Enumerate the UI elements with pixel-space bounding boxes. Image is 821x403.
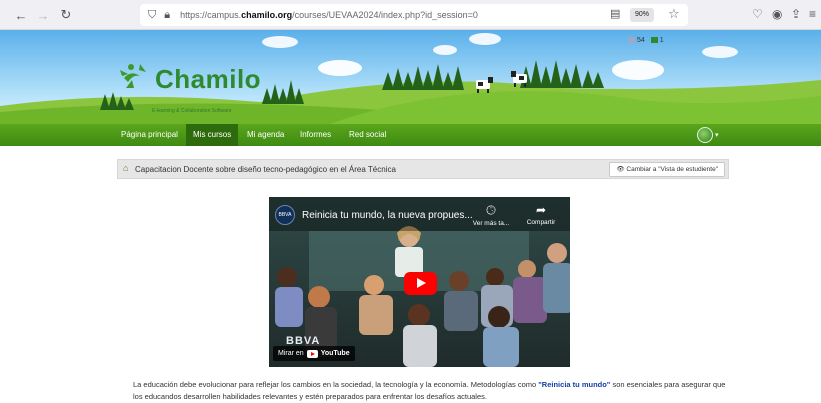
back-arrow-icon[interactable]: ←: [10, 8, 32, 23]
url-text: https://campus.chamilo.org/courses/UEVAA…: [180, 10, 478, 20]
video-title[interactable]: Reinicia tu mundo, la nueva propues...: [302, 210, 473, 221]
reader-view-icon[interactable]: ▤: [610, 7, 620, 20]
reload-icon[interactable]: ↻: [55, 7, 77, 23]
student-view-button[interactable]: 👁︎ Cambiar a "Vista de estudiente": [609, 162, 725, 177]
zoom-level[interactable]: 90%: [630, 8, 655, 22]
menu-item-social[interactable]: Red social: [342, 124, 393, 146]
users-counter[interactable]: 54: [628, 37, 645, 44]
menu-item-reports[interactable]: Informes: [293, 124, 338, 146]
clock-icon: 🕓︎: [486, 203, 496, 217]
logo-tagline: E-learning & Collaboration Software: [152, 108, 232, 114]
eye-icon: 👁︎: [616, 166, 627, 173]
youtube-video-embed[interactable]: BBVA Reinicia tu mundo, la nueva propues…: [269, 197, 570, 367]
menu-icon[interactable]: ≡: [809, 7, 816, 21]
avatar[interactable]: [697, 127, 713, 143]
highlight-text: "Reinicia tu mundo": [538, 380, 611, 389]
menu-item-my-courses[interactable]: Mis cursos: [186, 124, 239, 146]
channel-avatar[interactable]: BBVA: [275, 205, 295, 225]
browser-toolbar: ← → ↻ ⛉ 🔒︎ https://campus.chamilo.org/co…: [0, 0, 821, 30]
play-button[interactable]: [404, 272, 437, 295]
forward-arrow-icon[interactable]: →: [32, 8, 54, 23]
course-breadcrumb: ⌂ Capacitacion Docente sobre diseño tecn…: [117, 159, 729, 179]
notification-counters: 54 1: [628, 37, 664, 44]
chat-icon: [650, 37, 658, 44]
address-bar[interactable]: ⛉ 🔒︎ https://campus.chamilo.org/courses/…: [140, 4, 688, 26]
course-description: La educación debe evolucionar para refle…: [133, 380, 726, 401]
extensions-icon[interactable]: ⇪: [791, 7, 801, 21]
menu-item-homepage[interactable]: Página principal: [114, 124, 185, 146]
user-avatar-menu[interactable]: ▾: [697, 127, 719, 143]
menu-item-agenda[interactable]: Mi agenda: [240, 124, 291, 146]
shield-icon[interactable]: ⛉: [148, 9, 156, 22]
pocket-icon[interactable]: ♡: [752, 7, 763, 21]
messages-counter[interactable]: 1: [650, 37, 664, 44]
chamilo-logo-icon: [120, 64, 146, 88]
header-banner: Chamilo E-learning & Collaboration Softw…: [0, 30, 821, 124]
main-menu: Página principal Mis cursos Mi agenda In…: [0, 124, 821, 146]
share-arrow-icon: ➦: [535, 203, 547, 217]
logo-wordmark[interactable]: Chamilo: [155, 64, 261, 95]
course-title[interactable]: Capacitacion Docente sobre diseño tecno-…: [135, 165, 396, 174]
youtube-icon: [306, 349, 318, 358]
users-icon: [628, 37, 635, 44]
share-button[interactable]: ➦ Compartir: [517, 203, 565, 226]
watch-later-button[interactable]: 🕓︎ Ver más ta...: [467, 203, 515, 227]
watch-on-youtube-button[interactable]: Mirar en YouTube: [273, 346, 355, 361]
account-icon[interactable]: ◉: [772, 7, 782, 21]
landscape-illustration: [0, 33, 821, 124]
chevron-down-icon: ▾: [715, 132, 719, 139]
lock-icon[interactable]: 🔒︎: [164, 9, 170, 22]
home-icon[interactable]: ⌂: [123, 163, 128, 173]
bookmark-star-icon[interactable]: ☆: [668, 6, 680, 22]
